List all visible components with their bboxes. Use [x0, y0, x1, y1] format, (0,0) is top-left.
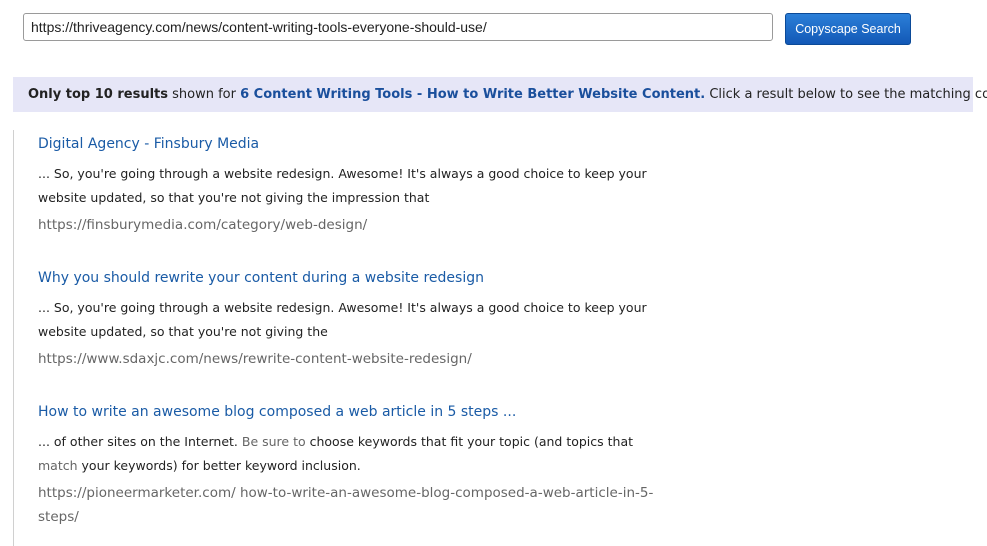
result-item: How to write an awesome blog composed a … — [38, 403, 678, 529]
result-url: https://finsburymedia.com/category/web-d… — [38, 217, 368, 233]
url-input[interactable] — [23, 13, 773, 41]
result-item: Digital Agency - Finsbury Media ... So, … — [38, 135, 678, 237]
copyscape-search-button[interactable]: Copyscape Search — [785, 13, 911, 45]
result-snippet: ... of other sites on the Internet. Be s… — [38, 430, 658, 478]
banner-top-results-label: Only top 10 results — [28, 87, 168, 102]
snippet-text: choose keywords that fit your topic (and… — [305, 434, 634, 449]
results-list: Digital Agency - Finsbury Media ... So, … — [13, 130, 734, 546]
snippet-highlight: Be sure to — [241, 434, 306, 449]
results-banner: Only top 10 results shown for 6 Content … — [13, 77, 987, 112]
result-url: https://pioneermarketer.com/ how-to-writ… — [38, 485, 654, 525]
banner-instruction-text: Click a result below to see the matching… — [709, 87, 987, 102]
result-title-link[interactable]: Why you should rewrite your content duri… — [38, 269, 678, 287]
result-title-link[interactable]: Digital Agency - Finsbury Media — [38, 135, 678, 153]
result-url: https://www.sdaxjc.com/news/rewrite-cont… — [38, 351, 472, 367]
result-snippet: ... So, you're going through a website r… — [38, 300, 647, 339]
banner-shown-for-text: shown for — [168, 87, 241, 102]
result-snippet: ... So, you're going through a website r… — [38, 166, 647, 205]
banner-page-title: 6 Content Writing Tools - How to Write B… — [240, 87, 706, 102]
snippet-highlight: match — [38, 458, 78, 473]
result-title-link[interactable]: How to write an awesome blog composed a … — [38, 403, 678, 421]
result-item: Why you should rewrite your content duri… — [38, 269, 678, 371]
snippet-text: ... of other sites on the Internet. — [38, 434, 242, 449]
snippet-text: your keywords) for better keyword inclus… — [77, 458, 361, 473]
